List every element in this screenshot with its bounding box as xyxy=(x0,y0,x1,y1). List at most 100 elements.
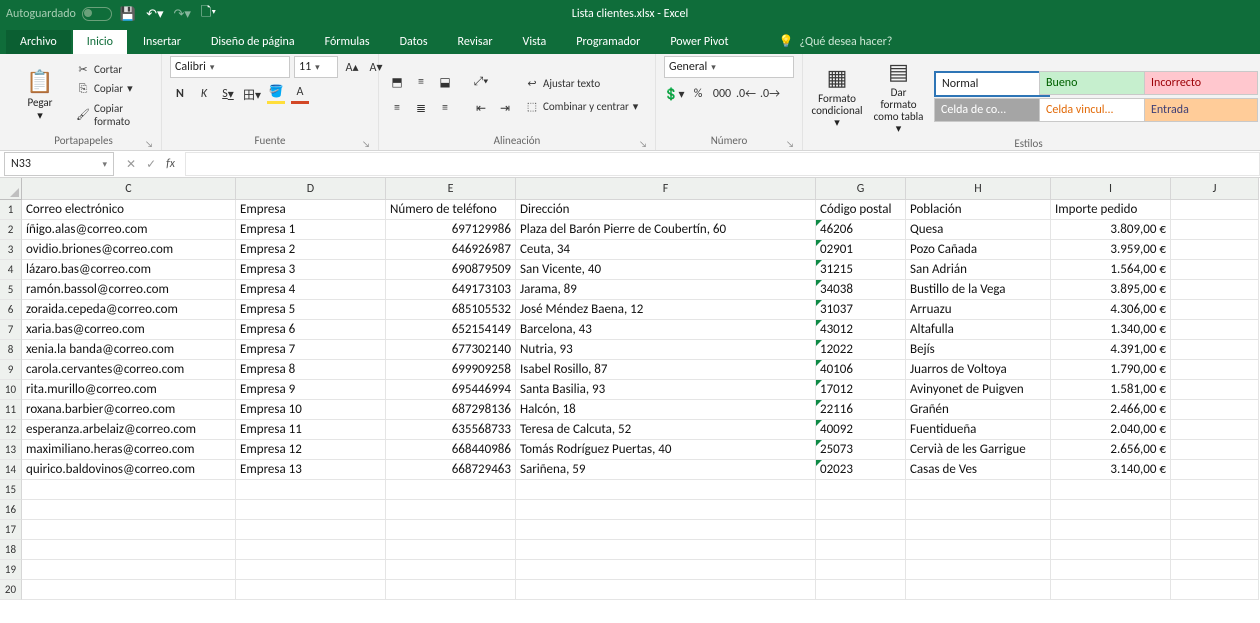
cell[interactable]: Dirección xyxy=(516,200,816,220)
cell[interactable] xyxy=(1171,460,1259,480)
cell[interactable]: Empresa 13 xyxy=(236,460,386,480)
cell[interactable]: 3.895,00 € xyxy=(1051,280,1171,300)
column-header[interactable]: H xyxy=(906,178,1051,200)
cell[interactable]: Halcón, 18 xyxy=(516,400,816,420)
comma-format-icon[interactable]: 000 xyxy=(712,84,732,104)
cell[interactable]: Plaza del Barón Pierre de Coubertín, 60 xyxy=(516,220,816,240)
tab-programador[interactable]: Programador xyxy=(562,30,654,54)
row-header[interactable]: 2 xyxy=(0,220,22,240)
cell[interactable] xyxy=(236,580,386,600)
align-center-icon[interactable]: ≣ xyxy=(411,98,431,118)
cell[interactable]: Empresa 2 xyxy=(236,240,386,260)
row-header[interactable]: 13 xyxy=(0,440,22,460)
cell[interactable] xyxy=(906,580,1051,600)
tab-revisar[interactable]: Revisar xyxy=(444,30,507,54)
tab-powerpivot[interactable]: Power Pivot xyxy=(656,30,742,54)
cell[interactable]: Sariñena, 59 xyxy=(516,460,816,480)
cell[interactable] xyxy=(22,520,236,540)
tab-diseno[interactable]: Diseño de página xyxy=(197,30,309,54)
cell[interactable]: 652154149 xyxy=(386,320,516,340)
row-header[interactable]: 10 xyxy=(0,380,22,400)
cell[interactable] xyxy=(906,480,1051,500)
fx-icon[interactable]: fx xyxy=(166,157,175,171)
cell[interactable]: quirico.baldovinos@correo.com xyxy=(22,460,236,480)
cell[interactable]: Código postal xyxy=(816,200,906,220)
cell[interactable] xyxy=(1051,500,1171,520)
cell[interactable]: Pozo Cañada xyxy=(906,240,1051,260)
column-header[interactable]: I xyxy=(1051,178,1171,200)
cell[interactable] xyxy=(1171,340,1259,360)
cell[interactable]: 2.466,00 € xyxy=(1051,400,1171,420)
column-header[interactable]: F xyxy=(516,178,816,200)
column-header[interactable]: J xyxy=(1171,178,1259,200)
cell[interactable] xyxy=(816,480,906,500)
tab-formulas[interactable]: Fórmulas xyxy=(311,30,384,54)
style-celda-comprobacion[interactable]: Celda de co... xyxy=(934,98,1048,122)
cell[interactable] xyxy=(1171,380,1259,400)
cell[interactable] xyxy=(386,580,516,600)
cell[interactable]: ramón.bassol@correo.com xyxy=(22,280,236,300)
cell[interactable] xyxy=(22,560,236,580)
row-header[interactable]: 6 xyxy=(0,300,22,320)
decrease-decimal-icon[interactable]: .0→ xyxy=(760,84,780,104)
row-header[interactable]: 12 xyxy=(0,420,22,440)
cell[interactable] xyxy=(816,580,906,600)
fill-color-button[interactable]: 🪣 xyxy=(266,84,286,104)
column-header[interactable]: D xyxy=(236,178,386,200)
decrease-indent-icon[interactable]: ⇤ xyxy=(471,98,491,118)
cell[interactable]: Barcelona, 43 xyxy=(516,320,816,340)
cell[interactable]: Grañén xyxy=(906,400,1051,420)
cell[interactable] xyxy=(1171,560,1259,580)
align-bottom-icon[interactable]: ⬓ xyxy=(435,72,455,92)
cell[interactable] xyxy=(236,480,386,500)
cell[interactable]: Empresa 4 xyxy=(236,280,386,300)
borders-button[interactable]: 田▾ xyxy=(242,84,262,104)
cell[interactable]: Teresa de Calcuta, 52 xyxy=(516,420,816,440)
new-file-icon[interactable]: 🗋▾ xyxy=(201,3,216,25)
cell[interactable]: íñigo.alas@correo.com xyxy=(22,220,236,240)
cell[interactable]: Isabel Rosillo, 87 xyxy=(516,360,816,380)
worksheet-grid[interactable]: CDEFGHIJ1Correo electrónicoEmpresaNúmero… xyxy=(0,178,1260,623)
cell[interactable]: 649173103 xyxy=(386,280,516,300)
cell[interactable] xyxy=(1171,580,1259,600)
column-header[interactable]: G xyxy=(816,178,906,200)
cell[interactable] xyxy=(906,500,1051,520)
underline-button[interactable]: S▾ xyxy=(218,84,238,104)
cell[interactable] xyxy=(816,500,906,520)
cell[interactable]: 685105532 xyxy=(386,300,516,320)
copy-button[interactable]: ⎘Copiar ▾ xyxy=(72,80,153,98)
row-header[interactable]: 19 xyxy=(0,560,22,580)
row-header[interactable]: 5 xyxy=(0,280,22,300)
save-icon[interactable]: 💾 xyxy=(120,7,136,22)
cell[interactable]: Arruazu xyxy=(906,300,1051,320)
cell[interactable]: Juarros de Voltoya xyxy=(906,360,1051,380)
cell[interactable]: 697129986 xyxy=(386,220,516,240)
row-header[interactable]: 20 xyxy=(0,580,22,600)
format-painter-button[interactable]: 🖌Copiar formato xyxy=(72,100,153,130)
cell[interactable]: Empresa 11 xyxy=(236,420,386,440)
cell[interactable] xyxy=(816,520,906,540)
row-header[interactable]: 1 xyxy=(0,200,22,220)
row-header[interactable]: 8 xyxy=(0,340,22,360)
font-color-button[interactable]: A xyxy=(290,84,310,104)
orientation-icon[interactable]: ⤢▾ xyxy=(471,72,491,92)
cell[interactable]: xaria.bas@correo.com xyxy=(22,320,236,340)
row-header[interactable]: 17 xyxy=(0,520,22,540)
row-header[interactable]: 14 xyxy=(0,460,22,480)
cell[interactable]: 2.656,00 € xyxy=(1051,440,1171,460)
style-incorrecto[interactable]: Incorrecto xyxy=(1144,71,1258,95)
format-as-table-button[interactable]: ▤ Dar formato como tabla ▾ xyxy=(869,56,928,137)
cell[interactable]: 1.340,00 € xyxy=(1051,320,1171,340)
cell[interactable]: Empresa 12 xyxy=(236,440,386,460)
cell[interactable] xyxy=(906,520,1051,540)
cell[interactable]: 677302140 xyxy=(386,340,516,360)
cell[interactable]: 3.959,00 € xyxy=(1051,240,1171,260)
cell[interactable]: 3.809,00 € xyxy=(1051,220,1171,240)
cell[interactable]: 1.790,00 € xyxy=(1051,360,1171,380)
cell[interactable] xyxy=(1051,580,1171,600)
cell[interactable]: Cervià de les Garrigue xyxy=(906,440,1051,460)
cell[interactable]: Empresa 3 xyxy=(236,260,386,280)
cell[interactable] xyxy=(1171,200,1259,220)
cell[interactable] xyxy=(1051,540,1171,560)
increase-font-icon[interactable]: A▴ xyxy=(342,57,362,77)
